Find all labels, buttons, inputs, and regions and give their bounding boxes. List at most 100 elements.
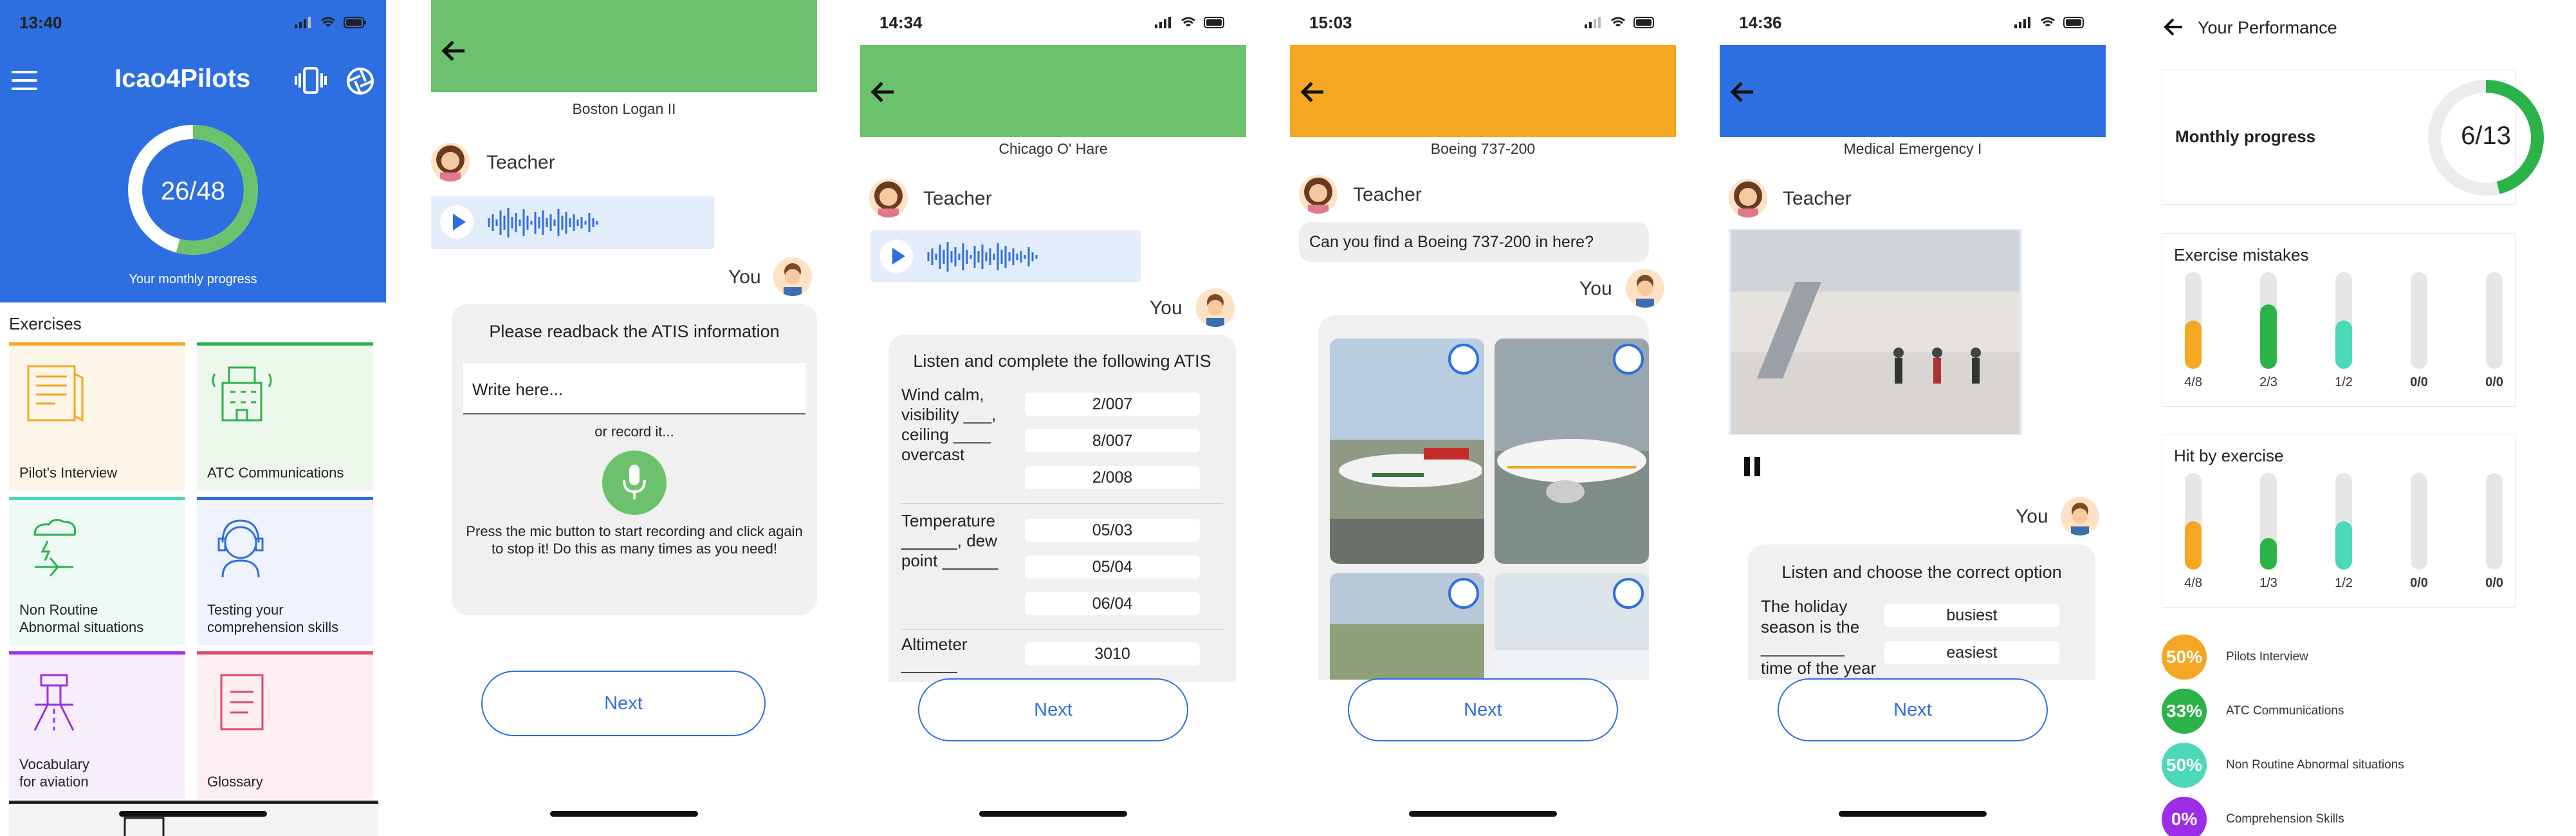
back-arrow-icon[interactable] <box>865 74 901 110</box>
tile-label: Glossary <box>207 774 263 790</box>
back-arrow-icon[interactable] <box>2162 15 2185 39</box>
card-title: Please readback the ATIS information <box>489 322 780 341</box>
signal-icon <box>2014 17 2030 28</box>
audio-player[interactable] <box>431 196 714 249</box>
mistakes-bar-label: 0/0 <box>2485 375 2503 389</box>
student-avatar <box>2061 497 2099 535</box>
next-button[interactable]: Next <box>1348 678 1618 741</box>
hit-by-exercise-card: Hit by exercise 4/8 1/3 1/2 0/0 0/0 <box>2162 434 2516 608</box>
progress-value: 26/48 <box>160 177 226 205</box>
monthly-value: 6/13 <box>2461 122 2511 150</box>
wifi-icon <box>321 17 335 27</box>
option-pill[interactable]: 3010 <box>1025 642 1200 665</box>
hits-bar <box>2260 473 2277 570</box>
mistakes-title: Exercise mistakes <box>2174 245 2309 265</box>
hits-bar-label: 4/8 <box>2184 576 2202 590</box>
menu-icon[interactable] <box>12 70 39 91</box>
app-logo: Icao4Pilots <box>115 64 251 93</box>
audio-player[interactable] <box>870 230 1141 282</box>
hits-bar <box>2335 473 2352 570</box>
back-arrow-icon[interactable] <box>1725 74 1761 110</box>
status-icons <box>1585 17 1657 28</box>
mistakes-bar <box>2411 272 2427 369</box>
you-label: You <box>2016 506 2048 527</box>
play-icon[interactable] <box>440 205 474 239</box>
lesson-banner <box>1720 45 2106 137</box>
tile-glossary[interactable]: Glossary <box>197 651 373 799</box>
monthly-progress-card: Monthly progress 6/13 <box>2162 70 2544 205</box>
atis-row-text: Temperature ______, dew point ______ <box>901 511 998 570</box>
aircraft-photo-4[interactable] <box>1495 573 1649 680</box>
video-player[interactable] <box>1729 229 2022 435</box>
back-arrow-icon[interactable] <box>1295 74 1331 110</box>
option-pill[interactable]: 2/007 <box>1025 393 1200 416</box>
tile-testing-comprehension[interactable]: Testing your comprehension skills <box>197 497 373 645</box>
aircraft-photo-2[interactable] <box>1495 339 1649 564</box>
select-radio[interactable] <box>1613 344 1644 375</box>
mistakes-bar <box>2185 272 2202 369</box>
aircraft-photo-3[interactable] <box>1330 573 1484 680</box>
mic-button[interactable] <box>602 451 667 515</box>
tile-label: Non Routine Abnormal situations <box>19 602 144 635</box>
tile-label: Testing your comprehension skills <box>207 602 339 635</box>
progress-label: Your monthly progress <box>129 272 257 286</box>
lesson-caption: Medical Emergency I <box>1843 140 1982 157</box>
tile-non-routine[interactable]: Non Routine Abnormal situations <box>9 497 185 645</box>
readback-input[interactable]: Write here... <box>463 363 805 414</box>
home-indicator <box>550 811 698 817</box>
aircraft-photo-1[interactable] <box>1330 339 1484 564</box>
you-label: You <box>1579 278 1612 299</box>
option-pill[interactable]: easiest <box>1884 641 2059 664</box>
select-radio[interactable] <box>1448 578 1479 609</box>
option-pill[interactable]: 06/04 <box>1025 592 1200 615</box>
legend-pct: 0% <box>2162 797 2207 836</box>
status-bar: 14:36 <box>1720 0 2106 45</box>
tile-pilots-interview[interactable]: Pilot's Interview <box>9 342 185 490</box>
select-radio[interactable] <box>1448 344 1479 375</box>
atis-card: Listen and complete the following ATIS W… <box>888 335 1236 682</box>
next-button[interactable]: Next <box>918 678 1188 741</box>
play-icon[interactable] <box>879 239 913 273</box>
row-divider <box>901 503 1223 504</box>
select-radio[interactable] <box>1613 578 1644 609</box>
status-icons <box>1155 17 1227 28</box>
pause-icon[interactable] <box>1743 456 1762 479</box>
option-pill[interactable]: 05/04 <box>1025 555 1200 579</box>
next-button[interactable]: Next <box>481 671 766 736</box>
lesson-caption: Boeing 737-200 <box>1430 140 1536 157</box>
mistakes-bar-fill <box>2335 320 2352 369</box>
exercises-heading: Exercises <box>9 314 82 333</box>
hits-bar <box>2185 473 2202 570</box>
lesson-caption: Chicago O' Hare <box>998 140 1108 157</box>
option-pill[interactable]: 8/007 <box>1025 429 1200 452</box>
tile-label: Pilot's Interview <box>19 465 118 481</box>
storm-plane-icon <box>33 519 77 577</box>
you-label: You <box>1150 297 1182 319</box>
home-indicator <box>1409 811 1557 817</box>
card-title: Listen and choose the correct option <box>1781 562 2062 582</box>
mistakes-bar-fill <box>2185 320 2202 369</box>
next-button[interactable]: Next <box>1778 678 2048 741</box>
book-icon <box>27 365 84 422</box>
option-pill[interactable]: busiest <box>1884 604 2059 627</box>
back-arrow-icon[interactable] <box>436 33 472 69</box>
tile-vocabulary[interactable]: Vocabulary for aviation <box>9 651 185 799</box>
readback-card: Please readback the ATIS information Wri… <box>452 304 817 615</box>
clipboard-icon <box>124 817 165 836</box>
vibrate-icon[interactable] <box>295 67 327 94</box>
mistakes-bar-label: 4/8 <box>2184 375 2202 389</box>
battery-icon <box>1204 17 1224 28</box>
wifi-icon <box>1611 17 1625 27</box>
legend-label: Pilots Interview <box>2226 650 2308 664</box>
tile-atc-communications[interactable]: ATC Communications <box>197 342 373 490</box>
option-pill[interactable]: 2/008 <box>1025 466 1200 489</box>
status-time: 14:34 <box>879 12 923 32</box>
tile-partial[interactable] <box>9 801 378 836</box>
teacher-name: Teacher <box>1783 188 1852 209</box>
status-icons <box>295 17 367 28</box>
aperture-icon[interactable] <box>346 67 374 95</box>
signal-icon <box>295 17 311 28</box>
teacher-name: Teacher <box>486 152 555 173</box>
legend-label: ATC Communications <box>2226 704 2344 718</box>
option-pill[interactable]: 05/03 <box>1025 519 1200 542</box>
